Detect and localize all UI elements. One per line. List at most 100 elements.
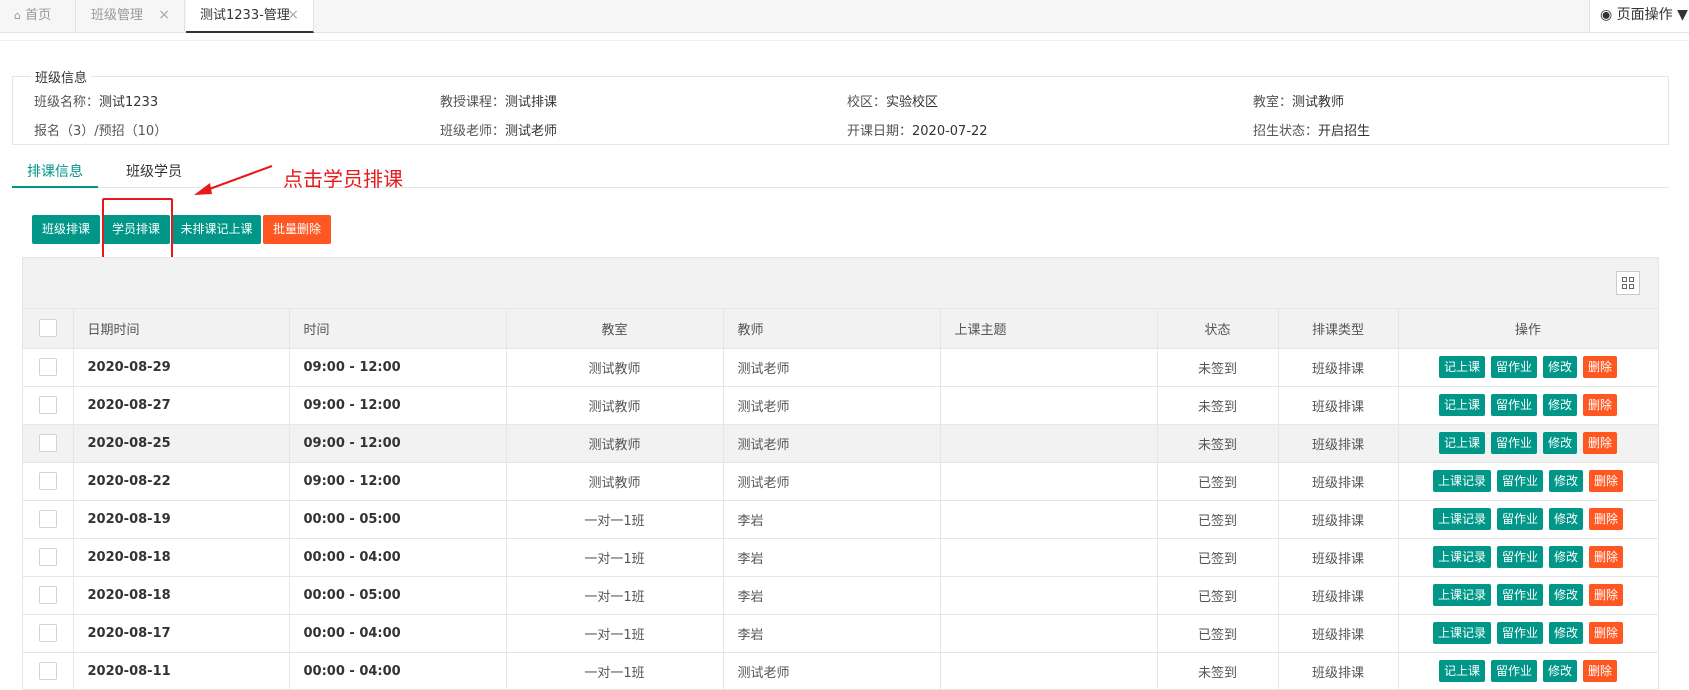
info-course: 教授课程：测试排课 — [440, 95, 558, 110]
assign-homework-button[interactable]: 留作业 — [1496, 584, 1543, 606]
annotation-text: 点击学员排课 — [283, 167, 403, 191]
annotation-arrow — [194, 165, 273, 195]
row-checkbox[interactable] — [23, 576, 74, 615]
tab-class-management[interactable]: 班级管理 × — [77, 0, 185, 33]
cell-date: 2020-08-22 — [73, 462, 290, 501]
edit-button[interactable]: 修改 — [1549, 622, 1584, 644]
cell-topic — [940, 348, 1158, 387]
cell-time: 09:00 - 12:00 — [289, 348, 507, 387]
delete-button[interactable]: 删除 — [1589, 622, 1624, 644]
header-date: 日期时间 — [73, 309, 290, 349]
record-class-button[interactable]: 记上课 — [1438, 432, 1485, 454]
assign-homework-button[interactable]: 留作业 — [1496, 508, 1543, 530]
cell-time: 00:00 - 04:00 — [289, 614, 507, 653]
cell-status: 已签到 — [1157, 500, 1279, 539]
schedule-table: 日期时间 时间 教室 教师 上课主题 状态 排课类型 操作 2020-08-29… — [22, 257, 1659, 690]
cell-status: 已签到 — [1157, 576, 1279, 615]
delete-button[interactable]: 删除 — [1583, 356, 1618, 378]
row-checkbox[interactable] — [23, 386, 74, 425]
cell-status: 已签到 — [1157, 462, 1279, 501]
select-all-checkbox[interactable] — [23, 309, 74, 349]
cell-type: 班级排课 — [1278, 348, 1399, 387]
assign-homework-button[interactable]: 留作业 — [1490, 356, 1537, 378]
info-enroll-status: 招生状态：开启招生 — [1253, 124, 1371, 139]
page-operations-menu[interactable]: ◉ 页面操作 ▼ — [1589, 0, 1689, 32]
tab-class-students[interactable]: 班级学员 — [126, 160, 182, 187]
cell-time: 09:00 - 12:00 — [289, 462, 507, 501]
cell-date: 2020-08-25 — [73, 424, 290, 463]
tab-schedule-info[interactable]: 排课信息 — [12, 160, 98, 188]
edit-button[interactable]: 修改 — [1549, 508, 1584, 530]
delete-button[interactable]: 删除 — [1589, 546, 1624, 568]
columns-filter-icon[interactable] — [1616, 271, 1640, 295]
cell-room: 测试教师 — [506, 386, 724, 425]
cell-teacher: 测试老师 — [723, 424, 941, 463]
home-icon: ⌂ — [14, 9, 21, 22]
cell-type: 班级排课 — [1278, 614, 1399, 653]
row-checkbox[interactable] — [23, 614, 74, 653]
assign-homework-button[interactable]: 留作业 — [1490, 432, 1537, 454]
delete-button[interactable]: 删除 — [1589, 584, 1624, 606]
assign-homework-button[interactable]: 留作业 — [1496, 546, 1543, 568]
tab-class-detail[interactable]: 测试1233-管理 × — [186, 0, 314, 33]
row-checkbox[interactable] — [23, 462, 74, 501]
row-checkbox[interactable] — [23, 424, 74, 463]
header-type: 排课类型 — [1278, 309, 1399, 349]
row-checkbox[interactable] — [23, 538, 74, 577]
record-class-button[interactable]: 记上课 — [1438, 394, 1485, 416]
header-teacher: 教师 — [723, 309, 941, 349]
delete-button[interactable]: 删除 — [1583, 432, 1618, 454]
assign-homework-button[interactable]: 留作业 — [1496, 470, 1543, 492]
cell-topic — [940, 652, 1158, 689]
edit-button[interactable]: 修改 — [1549, 470, 1584, 492]
delete-button[interactable]: 删除 — [1589, 508, 1624, 530]
row-checkbox[interactable] — [23, 348, 74, 387]
close-icon[interactable]: × — [158, 0, 170, 31]
cell-type: 班级排课 — [1278, 576, 1399, 615]
cell-actions: 记上课 留作业 修改 删除 — [1398, 348, 1658, 387]
info-class-name: 班级名称：测试1233 — [34, 95, 159, 110]
assign-homework-button[interactable]: 留作业 — [1496, 622, 1543, 644]
record-class-button[interactable]: 上课记录 — [1432, 622, 1491, 644]
unscheduled-record-button[interactable]: 未排课记上课 — [172, 215, 261, 244]
edit-button[interactable]: 修改 — [1543, 356, 1578, 378]
delete-button[interactable]: 删除 — [1583, 394, 1618, 416]
edit-button[interactable]: 修改 — [1549, 546, 1584, 568]
cell-actions: 记上课 留作业 修改 删除 — [1398, 652, 1658, 689]
cell-date: 2020-08-19 — [73, 500, 290, 539]
batch-delete-button[interactable]: 批量删除 — [263, 215, 331, 244]
schedule-grid: 日期时间 时间 教室 教师 上课主题 状态 排课类型 操作 2020-08-29… — [23, 309, 1658, 689]
record-class-button[interactable]: 上课记录 — [1432, 470, 1491, 492]
cell-topic — [940, 614, 1158, 653]
row-checkbox[interactable] — [23, 500, 74, 539]
table-row: 2020-08-29 09:00 - 12:00 测试教师 测试老师 未签到 班级排课 记上… — [23, 348, 1658, 387]
record-class-button[interactable]: 上课记录 — [1432, 508, 1491, 530]
row-checkbox[interactable] — [23, 652, 74, 689]
info-teacher: 班级老师：测试老师 — [440, 124, 558, 139]
delete-button[interactable]: 删除 — [1583, 660, 1618, 682]
cell-time: 00:00 - 04:00 — [289, 538, 507, 577]
table-toolbar — [23, 258, 1658, 309]
info-start-date: 开课日期：2020-07-22 — [847, 124, 988, 139]
record-class-button[interactable]: 上课记录 — [1432, 546, 1491, 568]
caret-down-icon: ▼ — [1677, 7, 1688, 23]
edit-button[interactable]: 修改 — [1543, 394, 1578, 416]
record-class-button[interactable]: 上课记录 — [1432, 584, 1491, 606]
class-schedule-button[interactable]: 班级排课 — [32, 215, 100, 244]
edit-button[interactable]: 修改 — [1543, 660, 1578, 682]
assign-homework-button[interactable]: 留作业 — [1490, 394, 1537, 416]
edit-button[interactable]: 修改 — [1549, 584, 1584, 606]
record-class-button[interactable]: 记上课 — [1438, 356, 1485, 378]
record-class-button[interactable]: 记上课 — [1438, 660, 1485, 682]
cell-room: 一对一1班 — [506, 576, 724, 615]
delete-button[interactable]: 删除 — [1589, 470, 1624, 492]
cell-status: 已签到 — [1157, 538, 1279, 577]
cell-topic — [940, 424, 1158, 463]
cell-teacher: 测试老师 — [723, 652, 941, 689]
main-content: 班级信息 班级名称：测试1233 教授课程：测试排课 校区：实验校区 教室：测试… — [0, 40, 1689, 690]
tab-home[interactable]: ⌂ 首页 — [0, 0, 76, 33]
close-icon[interactable]: × — [287, 0, 299, 31]
edit-button[interactable]: 修改 — [1543, 432, 1578, 454]
assign-homework-button[interactable]: 留作业 — [1490, 660, 1537, 682]
cell-time: 00:00 - 05:00 — [289, 576, 507, 615]
